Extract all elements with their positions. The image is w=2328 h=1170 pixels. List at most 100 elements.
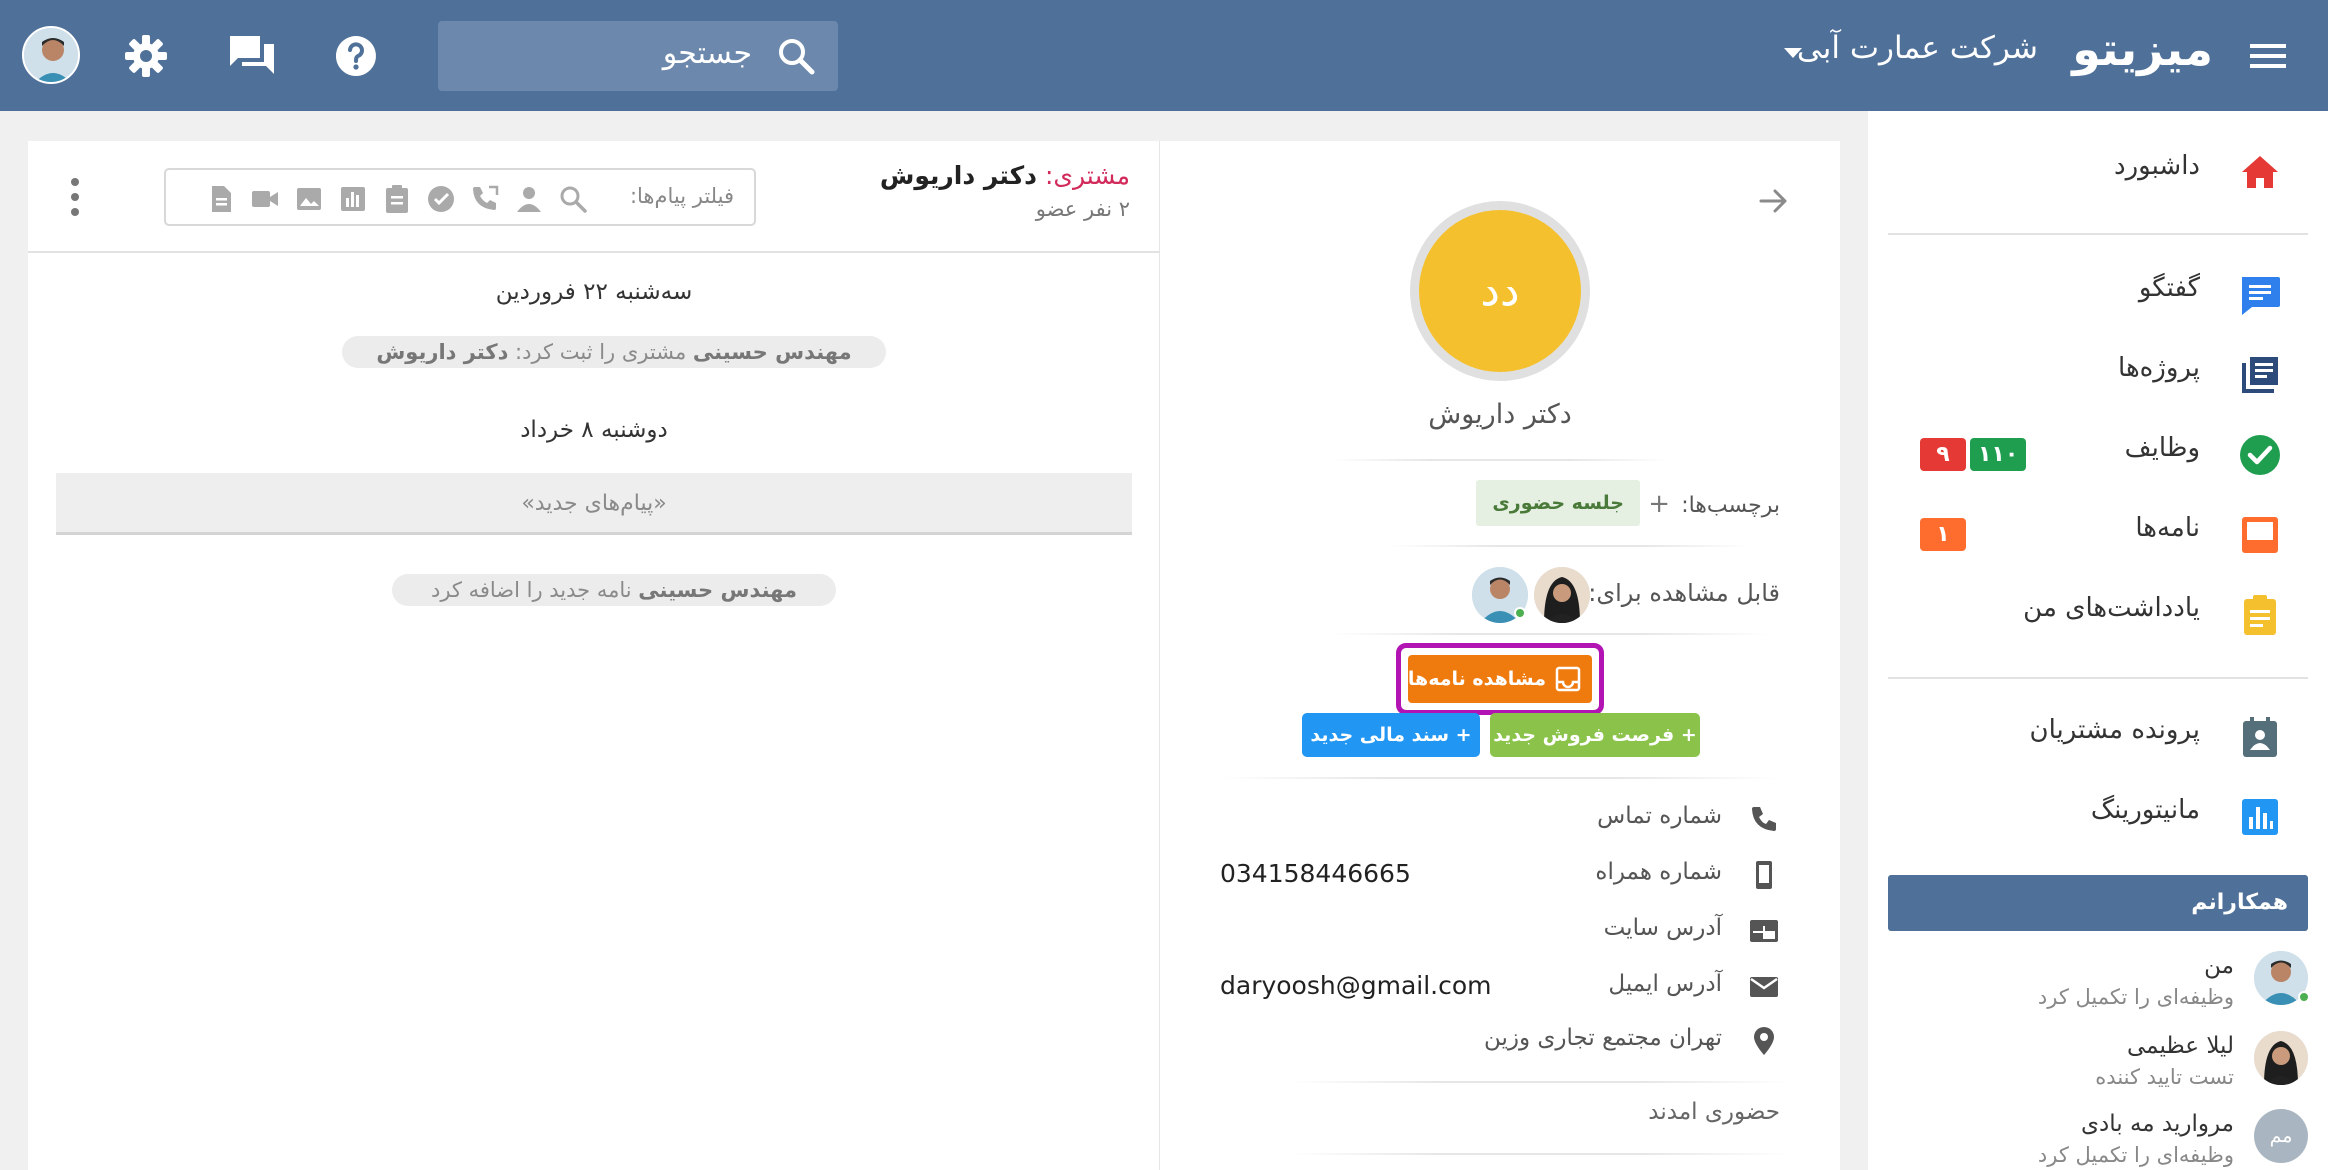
sidebar: داشبورد گفتگو پروژه‌ها وظایف ۱۱۰ ۹ نامه‌… [1868,111,2328,1170]
avatar[interactable] [1534,567,1590,623]
email-row: آدرس ایمیل daryoosh@gmail.com [1160,967,1840,1007]
hamburger-menu-icon[interactable] [2248,36,2288,76]
sidebar-item-letters[interactable]: نامه‌ها ۱ [1868,498,2328,568]
new-opportunity-button[interactable]: + فرصت فروش جدید [1490,713,1700,757]
sidebar-item-monitoring[interactable]: مانیتورینگ [1868,780,2328,850]
view-letters-label: مشاهده نامه‌ها [1407,668,1546,690]
chat-members-count[interactable]: ۲ نفر عضو [1036,197,1130,221]
arrow-right-icon[interactable] [1758,185,1790,217]
phone-row: شماره تماس [1160,799,1840,839]
message-filter-bar: فیلتر پیام‌ها: [164,168,756,226]
sidebar-item-label: پرونده مشتریان [2029,715,2200,745]
email-icon [1748,971,1780,1003]
help-icon[interactable] [332,32,380,80]
online-indicator [2298,991,2310,1003]
customer-name: دکتر داریوش [1428,399,1572,430]
search-icon[interactable] [558,184,588,214]
colleague-item[interactable]: مم مروارید مه بادی وظیفه‌ای را تکمیل کرد [1888,1109,2308,1170]
search-input[interactable]: جستجو [663,36,752,71]
customer-avatar: دد [1410,201,1590,381]
email-label: آدرس ایمیل [1608,971,1722,997]
sidebar-item-tasks[interactable]: وظایف ۱۱۰ ۹ [1868,418,2328,488]
chevron-down-icon[interactable] [1784,48,1802,58]
tags-label: برچسب‌ها: [1681,493,1780,518]
check-circle-icon[interactable] [426,184,456,214]
sidebar-item-label: پروژه‌ها [2118,353,2200,383]
tasks-count-badge: ۱۱۰ [1970,438,2027,471]
sidebar-item-label: وظایف [2124,433,2200,463]
chart-icon[interactable] [338,184,368,214]
view-letters-button[interactable]: مشاهده نامه‌ها [1408,655,1592,703]
chat-icon [2238,273,2282,317]
document-icon[interactable] [206,184,236,214]
filter-label: فیلتر پیام‌ها: [629,184,734,208]
sidebar-item-label: داشبورد [2114,151,2200,181]
colleague-name: لیلا عظیمی [2127,1033,2234,1059]
colleague-item[interactable]: من وظیفه‌ای را تکمیل کرد [1888,951,2310,1029]
gear-icon[interactable] [124,34,168,78]
sidebar-item-projects[interactable]: پروژه‌ها [1868,338,2328,408]
avatar-initials: مم [2254,1109,2308,1163]
location-icon [1748,1025,1780,1057]
sidebar-item-label: نامه‌ها [2135,513,2200,543]
colleague-status: تست تایید کننده [2095,1065,2234,1089]
colleague-status: وظیفه‌ای را تکمیل کرد [2037,1143,2234,1167]
tag-chip[interactable]: جلسه حضوری [1476,480,1640,526]
website-icon [1748,915,1780,947]
colleague-item[interactable]: لیلا عظیمی تست تایید کننده [1888,1031,2308,1109]
inbox-icon [1554,665,1582,693]
call-icon[interactable] [470,184,500,214]
event-text: مشتری را ثبت کرد: [515,340,687,364]
mobile-label: شماره همراه [1595,859,1722,885]
messages-icon[interactable] [228,34,276,78]
add-tag-button[interactable]: + [1648,489,1670,519]
divider [1888,677,2308,679]
address-label: تهران مجتمع تجاری وزین [1483,1025,1722,1051]
chat-header: مشتری: دکتر داریوش ۲ نفر عضو فیلتر پیام‌… [28,141,1160,253]
divider [1390,545,1750,547]
clipboard-icon[interactable] [382,184,412,214]
video-icon[interactable] [250,184,280,214]
user-avatar[interactable] [22,26,80,84]
divider [1290,1081,1790,1083]
customer-file-icon [2238,715,2282,759]
more-vertical-icon[interactable] [70,177,80,217]
mobile-value[interactable]: 034158446665 [1220,859,1411,888]
person-icon[interactable] [514,184,544,214]
website-row: آدرس سایت [1160,911,1840,951]
event-actor: مهندس حسینی [692,340,852,364]
projects-icon [2238,353,2282,397]
letters-count-badge: ۱ [1920,518,1966,551]
divider [1330,633,1770,635]
sidebar-item-label: مانیتورینگ [2090,795,2200,825]
avatar [2254,1031,2308,1085]
monitoring-icon [2238,795,2282,839]
event-actor: مهندس حسینی [638,578,798,602]
divider [1220,777,1780,779]
mobile-icon [1748,859,1780,891]
image-icon[interactable] [294,184,324,214]
email-value[interactable]: daryoosh@gmail.com [1220,971,1492,1000]
sidebar-item-dashboard[interactable]: داشبورد [1868,136,2328,206]
divider [1888,233,2308,235]
colleague-name: من [2204,953,2234,979]
customer-status: حضوری امدند [1648,1099,1780,1125]
visible-for-label: قابل مشاهده برای: [1588,579,1780,607]
notes-icon [2238,593,2282,637]
system-event: مهندس حسینی نامه جدید را اضافه کرد [392,574,836,606]
date-separator: سه‌شنبه ۲۲ فروردین [495,279,693,305]
date-separator: دوشنبه ۸ خرداد [520,417,668,443]
brand-logo[interactable]: میزیتو [2072,22,2213,76]
new-finance-doc-button[interactable]: + سند مالی جدید [1302,713,1480,757]
sidebar-item-label: گفتگو [2138,273,2200,303]
divider [1330,459,1670,461]
company-selector[interactable]: شرکت عمارت آبی [1797,30,2038,66]
sidebar-item-customer-files[interactable]: پرونده مشتریان [1868,700,2328,770]
mobile-row: شماره همراه 034158446665 [1160,855,1840,895]
search-box[interactable]: جستجو [438,21,838,91]
colleagues-header[interactable]: همکارانم [1888,875,2308,931]
online-indicator [1514,607,1526,619]
sidebar-item-chat[interactable]: گفتگو [1868,258,2328,328]
website-label: آدرس سایت [1603,915,1722,941]
sidebar-item-notes[interactable]: یادداشت‌های من [1868,578,2328,648]
